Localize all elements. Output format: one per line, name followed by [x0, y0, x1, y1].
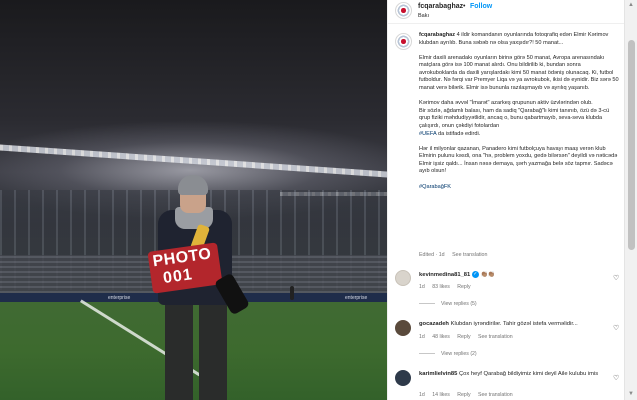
- comment-text: gocazadeh Klubdan iyrəndirilər. Tahir gö…: [419, 321, 607, 329]
- caption-meta: Edited · 1d See translation: [419, 252, 493, 258]
- comment-age: 1d: [419, 284, 425, 290]
- comment-username[interactable]: kevinmedina81_81: [419, 272, 470, 278]
- like-count[interactable]: 83 likes: [432, 284, 450, 290]
- avatar[interactable]: [395, 2, 412, 19]
- comment-body: Klubdan iyrəndirilər. Tahir gözəl istefa…: [450, 321, 578, 327]
- see-translation-link[interactable]: See translation: [452, 252, 487, 258]
- caption-paragraph: Hər il milyonlar qazanan, Panadero kimi …: [419, 145, 618, 175]
- follow-button[interactable]: Follow: [470, 3, 492, 10]
- caption-paragraph: #QarabağFK: [419, 184, 619, 192]
- caption-paragraph: fcqarabaghaz 4 ildir komandanın oyunları…: [419, 32, 619, 47]
- hashtag-link[interactable]: #QarabağFK: [419, 184, 451, 190]
- like-count[interactable]: 14 likes: [432, 392, 450, 398]
- view-replies-button[interactable]: View replies (2): [419, 351, 477, 357]
- reply-button[interactable]: Reply: [457, 284, 470, 290]
- club-logo-icon: [401, 39, 406, 44]
- location-link[interactable]: Bakı: [418, 13, 429, 19]
- comment-text: karimlielvin85 Çox heyf Qarabağ bildiyim…: [419, 371, 607, 379]
- comment-meta: 1d 48 likes Reply See translation: [419, 334, 519, 340]
- board-text: enterprise: [108, 295, 131, 301]
- board-text: enterprise: [345, 295, 368, 301]
- avatar[interactable]: [395, 320, 411, 336]
- comment-meta: 1d 83 likes Reply: [419, 284, 477, 290]
- caption-text: da istifadə edirdi.: [437, 130, 481, 137]
- caption-username[interactable]: fcqarabaghaz: [419, 32, 455, 38]
- post-caption: fcqarabaghaz 4 ildir komandanın oyunları…: [419, 32, 619, 199]
- comment-body: Çox heyf Qarabağ bildiyimiz kimi deyil A…: [458, 371, 599, 377]
- comment-text: kevinmedina81_81 ✓ 👏🏽👏🏽: [419, 271, 607, 280]
- reply-button[interactable]: Reply: [457, 392, 470, 398]
- caption-paragraph: Kərimov daha əvvəl "İmarət" azarkeş qrup…: [419, 100, 619, 138]
- heart-icon[interactable]: ♡: [613, 274, 619, 282]
- header-username[interactable]: fcqarabaghaz: [418, 3, 463, 10]
- hashtag-link[interactable]: #UEFA: [419, 131, 436, 137]
- post-sidebar: fcqarabaghaz • Follow Bakı fcqarabaghaz …: [387, 0, 625, 400]
- caption-text: Kərimov daha əvvəl "İmarət" azarkeş qrup…: [419, 100, 610, 129]
- heart-icon[interactable]: ♡: [613, 324, 619, 332]
- comment-username[interactable]: karimlielvin85: [419, 371, 457, 377]
- comment-age: 1d: [419, 392, 425, 398]
- see-translation-link[interactable]: See translation: [478, 392, 513, 398]
- edited-timestamp: Edited · 1d: [419, 252, 445, 258]
- see-translation-link[interactable]: See translation: [478, 334, 513, 340]
- avatar[interactable]: [395, 270, 411, 286]
- caption-avatar[interactable]: [395, 33, 412, 50]
- verified-badge-icon: ✓: [471, 271, 479, 278]
- heart-icon[interactable]: ♡: [613, 374, 619, 382]
- separator-dot: •: [463, 3, 466, 10]
- post-photo[interactable]: enterprise enterprise PHOTO 001: [0, 0, 387, 400]
- scroll-up-icon[interactable]: ▲: [628, 2, 634, 8]
- like-count[interactable]: 48 likes: [432, 334, 450, 340]
- comment-meta: 1d 14 likes Reply See translation: [419, 392, 519, 398]
- vest-number: 001: [162, 266, 194, 288]
- post-header: fcqarabaghaz • Follow Bakı: [388, 0, 625, 24]
- legs: [165, 305, 227, 400]
- avatar[interactable]: [395, 370, 411, 386]
- scrollbar-thumb[interactable]: [628, 40, 635, 250]
- club-logo-icon: [401, 8, 406, 13]
- caption-paragraph: Elmir daxili arenadakı oyunların birinə …: [419, 54, 619, 92]
- photographer: PHOTO 001: [147, 175, 251, 400]
- distant-person: [290, 286, 294, 300]
- scrollbar[interactable]: ▲ ▼: [624, 0, 637, 400]
- comment-age: 1d: [419, 334, 425, 340]
- comment-body: 👏🏽👏🏽: [480, 272, 495, 279]
- beanie: [178, 175, 208, 195]
- comment-username[interactable]: gocazadeh: [419, 321, 449, 327]
- scroll-down-icon[interactable]: ▼: [628, 391, 634, 397]
- view-replies-button[interactable]: View replies (5): [419, 301, 477, 307]
- reply-button[interactable]: Reply: [457, 334, 470, 340]
